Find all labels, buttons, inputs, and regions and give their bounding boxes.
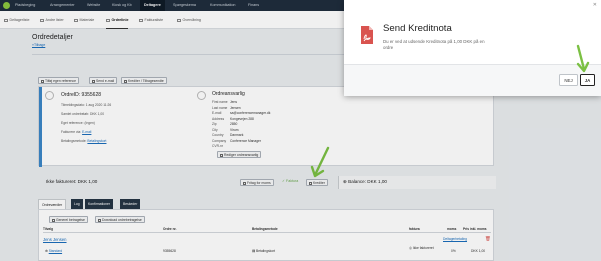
dialog-message: Du er ved at udsende Kreditnota på 1,00 … <box>383 39 485 51</box>
pdf-document-icon <box>361 26 373 44</box>
no-button[interactable]: NEJ <box>559 74 578 86</box>
send-credit-note-dialog: ✕ Send Kreditnota Du er ved at udsende K… <box>344 0 601 96</box>
close-icon[interactable]: ✕ <box>593 2 597 8</box>
arrow-to-yes-icon <box>576 44 590 73</box>
dialog-title: Send Kreditnota <box>383 23 452 34</box>
yes-button[interactable]: JA <box>580 74 595 86</box>
